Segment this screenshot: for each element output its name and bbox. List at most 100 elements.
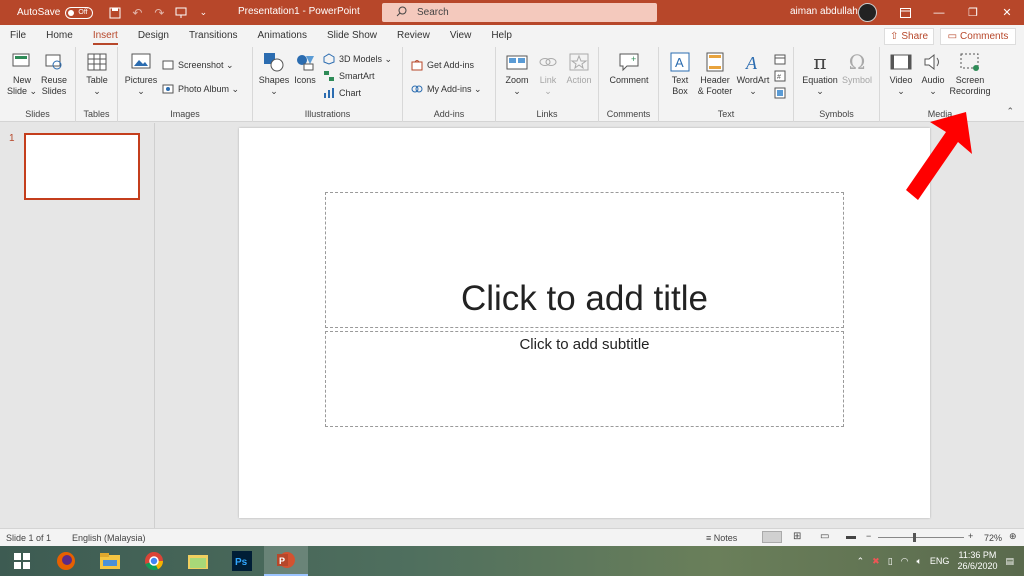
table-button[interactable]: Table ⌄ [82,51,112,97]
customize-qat-icon[interactable]: ⌄ [195,5,211,21]
tab-design[interactable]: Design [128,25,179,47]
share-icon: ⇧ [889,31,899,42]
chrome-icon[interactable] [132,546,176,576]
language-tray[interactable]: ENG [930,556,950,566]
equation-button[interactable]: π Equation ⌄ [800,51,840,97]
object-button[interactable] [774,87,786,99]
slide-thumbnail[interactable] [24,133,140,200]
zoom-level[interactable]: 72% [984,533,1002,543]
redo-icon[interactable]: ↷ [151,5,167,21]
slide-canvas[interactable]: Click to add title Click to add subtitle [239,128,930,518]
subtitle-placeholder-text: Click to add subtitle [519,336,650,353]
battery-icon[interactable]: ▯ [888,556,893,567]
save-icon[interactable] [107,5,123,21]
slide-number-button[interactable]: # [774,70,786,82]
icons-button[interactable]: Icons [291,51,319,86]
notes-button[interactable]: ≡ Notes [706,533,737,543]
tab-home[interactable]: Home [36,25,83,47]
title-placeholder[interactable]: Click to add title [325,192,844,328]
antivirus-icon[interactable]: ✖ [872,556,880,567]
tab-review[interactable]: Review [387,25,440,47]
volume-icon[interactable]: 🔈︎ [917,556,922,567]
wordart-button[interactable]: A WordArt ⌄ [735,51,771,97]
object-icon [774,87,786,99]
shapes-icon [263,51,285,73]
user-name[interactable]: aiman abdullah [790,6,858,17]
tab-help[interactable]: Help [481,25,522,47]
link-button[interactable]: Link ⌄ [534,51,562,97]
subtitle-placeholder[interactable]: Click to add subtitle [325,331,844,427]
clock-date: 26/6/2020 [957,561,998,571]
comment-button[interactable]: + Comment [607,51,651,86]
chart-button[interactable]: Chart [323,87,361,99]
slide-show-icon[interactable]: ▬ [846,531,856,542]
header-footer-button[interactable]: Header & Footer [697,51,733,97]
date-time-button[interactable] [774,53,786,65]
comments-button[interactable]: ▭ Comments [940,28,1016,45]
zoom-button[interactable]: Zoom ⌄ [502,51,532,97]
autosave-control[interactable]: AutoSave Off [17,6,94,19]
collapse-ribbon-icon[interactable]: ⌃ [1006,106,1014,117]
zoom-slider[interactable] [878,537,964,538]
tab-slide-show[interactable]: Slide Show [317,25,387,47]
ribbon-display-options-icon[interactable] [888,0,922,25]
pictures-icon [130,51,152,73]
get-addins-button[interactable]: Get Add-ins [411,59,474,71]
zoom-in-icon[interactable]: + [968,531,973,541]
wifi-icon[interactable]: ◠ [901,556,909,567]
tab-transitions[interactable]: Transitions [179,25,248,47]
photo-album-button[interactable]: Photo Album ⌄ [162,83,239,95]
pictures-button[interactable]: Pictures ⌄ [124,51,158,97]
language-indicator[interactable]: English (Malaysia) [72,533,146,543]
reuse-slides-button[interactable]: Reuse Slides [38,51,70,97]
video-button[interactable]: Video ⌄ [886,51,916,97]
restore-icon[interactable]: ❐ [956,0,990,25]
autosave-toggle[interactable]: Off [65,6,94,19]
undo-icon[interactable]: ↶ [129,5,145,21]
tab-animations[interactable]: Animations [248,25,317,47]
smartart-button[interactable]: SmartArt [323,70,375,82]
audio-button[interactable]: Audio ⌄ [918,51,948,97]
close-icon[interactable]: ✕ [990,0,1024,25]
powerpoint-taskbar-icon[interactable]: P [264,546,308,576]
slide-sorter-icon[interactable]: ⊞ [793,531,801,542]
screenshot-button[interactable]: Screenshot ⌄ [162,59,234,71]
clock[interactable]: 11:36 PM 26/6/2020 [957,550,997,572]
my-addins-button[interactable]: My Add-ins ⌄ [411,83,482,95]
symbol-button[interactable]: Ω Symbol [840,51,874,86]
share-button[interactable]: ⇧ Share [884,28,934,45]
search-box[interactable]: Search [382,3,657,22]
tab-insert[interactable]: Insert [83,25,128,47]
screen-recording-button[interactable]: Screen Recording [948,51,992,97]
new-slide-button[interactable]: New Slide ⌄ [6,51,38,97]
group-label-slides: Slides [25,109,50,119]
3d-models-label: 3D Models ⌄ [339,53,393,64]
windows-start-icon[interactable] [0,546,44,576]
action-button[interactable]: Action [564,51,594,86]
minimize-icon[interactable]: — [922,0,956,25]
svg-text:A: A [745,53,758,72]
file-explorer-icon[interactable] [88,546,132,576]
new-slide-icon [11,51,33,73]
present-icon[interactable] [173,5,189,21]
shapes-button[interactable]: Shapes ⌄ [259,51,289,97]
zoom-out-icon[interactable]: − [866,531,871,541]
reading-view-icon[interactable]: ▭ [820,531,829,542]
firefox-icon[interactable] [44,546,88,576]
folder-icon[interactable] [176,546,220,576]
fit-to-window-icon[interactable]: ⊕ [1009,531,1017,542]
avatar[interactable] [858,3,877,22]
normal-view-icon[interactable] [762,531,782,543]
group-label-tables: Tables [83,109,110,119]
chevron-up-icon[interactable]: ⌃ [857,556,865,567]
autosave-state: Off [78,8,88,16]
text-box-button[interactable]: A Text Box [665,51,695,97]
tab-file[interactable]: File [0,25,36,47]
tab-view[interactable]: View [440,25,482,47]
photoshop-icon[interactable]: Ps [220,546,264,576]
group-label-symbols: Symbols [819,109,854,119]
notifications-icon[interactable]: ▤ [1005,556,1014,567]
3d-models-button[interactable]: 3D Models ⌄ [323,53,392,65]
comments-label: Comments [960,31,1009,42]
zoom-slider-thumb[interactable] [913,533,916,542]
